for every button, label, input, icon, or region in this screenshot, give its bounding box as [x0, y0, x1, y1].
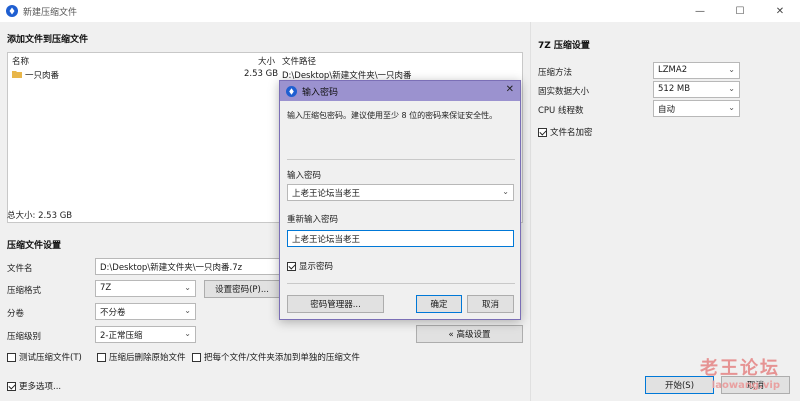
dialog-divider	[287, 283, 515, 284]
method-select[interactable]: LZMA2 ⌄	[653, 62, 740, 79]
chevron-down-icon: ⌄	[728, 103, 735, 112]
close-button[interactable]: ✕	[760, 0, 800, 22]
watermark-title: 老王论坛	[700, 358, 780, 379]
dict-label: 固实数据大小	[538, 87, 590, 97]
delete-after-checkbox[interactable]: 压缩后删除原始文件	[97, 351, 186, 363]
advanced-settings-button[interactable]: « 高级设置	[416, 325, 523, 343]
watermark: 老王论坛 laowang.vip	[700, 354, 780, 391]
format-value: 7Z	[100, 283, 112, 293]
set-password-button[interactable]: 设置密码(P)...	[204, 280, 280, 298]
sevenz-section-title: 7Z 压缩设置	[538, 41, 590, 51]
checkbox-box-checked	[287, 261, 296, 271]
dialog-divider	[287, 159, 515, 160]
each-separate-checkbox[interactable]: 把每个文件/文件夹添加到单独的压缩文件	[192, 351, 360, 363]
folder-icon	[12, 71, 22, 78]
window-title: 新建压缩文件	[23, 7, 78, 18]
dialog-hint: 输入压缩包密码。建议使用至少 8 位的密码来保证安全性。	[287, 111, 498, 120]
app-logo-icon	[286, 85, 297, 97]
chevron-down-icon: ⌄	[184, 329, 191, 338]
method-label: 压缩方法	[538, 68, 573, 78]
delete-after-label: 压缩后删除原始文件	[109, 353, 186, 363]
encrypt-names-label: 文件名加密	[550, 128, 593, 138]
level-select[interactable]: 2-正常压缩 ⌄	[95, 326, 196, 343]
chevron-down-icon: ⌄	[184, 306, 191, 315]
minimize-button[interactable]: —	[680, 0, 720, 22]
password-value: 上老王论坛当老王	[292, 189, 361, 199]
dict-select[interactable]: 512 MB ⌄	[653, 81, 740, 98]
encrypt-names-checkbox[interactable]: 文件名加密	[538, 126, 593, 138]
checkbox-box	[97, 352, 106, 362]
split-label: 分卷	[7, 309, 25, 319]
password-manager-button[interactable]: 密码管理器...	[287, 295, 384, 313]
password-input[interactable]: 上老王论坛当老王 ⌄	[287, 184, 514, 201]
password-label: 输入密码	[287, 171, 322, 181]
reenter-label: 重新输入密码	[287, 215, 339, 225]
level-value: 2-正常压缩	[100, 331, 143, 341]
checkbox-box-checked	[7, 381, 16, 391]
dialog-ok-button[interactable]: 确定	[416, 295, 462, 313]
checkbox-box	[192, 352, 201, 362]
window-titlebar: 新建压缩文件 — ☐ ✕	[0, 0, 800, 22]
dialog-cancel-button[interactable]: 取消	[467, 295, 514, 313]
dict-value: 512 MB	[658, 84, 691, 94]
chevron-down-icon: ⌄	[728, 84, 735, 93]
each-separate-label: 把每个文件/文件夹添加到单独的压缩文件	[204, 353, 360, 363]
show-password-checkbox[interactable]: 显示密码	[287, 260, 333, 272]
chevron-down-icon: ⌄	[502, 187, 509, 196]
checkbox-box-checked	[538, 127, 547, 137]
watermark-url: laowang.vip	[711, 380, 780, 391]
column-header-path[interactable]: 文件路径	[282, 55, 316, 67]
test-archive-label: 测试压缩文件(T)	[19, 353, 82, 363]
column-header-size[interactable]: 大小	[258, 55, 275, 67]
sevenz-settings-panel: 7Z 压缩设置 压缩方法 LZMA2 ⌄ 固实数据大小 512 MB ⌄ CPU…	[530, 22, 800, 401]
settings-section-title: 压缩文件设置	[7, 241, 62, 251]
format-select[interactable]: 7Z ⌄	[95, 280, 196, 297]
chevron-down-icon: ⌄	[184, 283, 191, 292]
password-dialog: 输入密码 ✕ 输入压缩包密码。建议使用至少 8 位的密码来保证安全性。 输入密码…	[279, 80, 521, 320]
file-size: 2.53 GB	[244, 69, 279, 79]
reenter-password-input[interactable]: 上老王论坛当老王	[287, 230, 514, 247]
column-header-name[interactable]: 名称	[12, 55, 29, 67]
app-logo-icon	[6, 5, 18, 17]
maximize-button[interactable]: ☐	[720, 0, 760, 22]
format-label: 压缩格式	[7, 286, 42, 296]
level-label: 压缩级别	[7, 332, 42, 342]
test-archive-checkbox[interactable]: 测试压缩文件(T)	[7, 351, 82, 363]
method-value: LZMA2	[658, 65, 688, 75]
dialog-title: 输入密码	[302, 87, 339, 98]
filename-input[interactable]: D:\Desktop\新建文件夹\一只肉番.7z	[95, 258, 283, 275]
cpu-value: 自动	[658, 105, 676, 115]
more-options-label: 更多选项...	[19, 382, 62, 392]
cpu-select[interactable]: 自动 ⌄	[653, 100, 740, 117]
file-name: 一只肉番	[25, 71, 60, 81]
cpu-label: CPU 线程数	[538, 106, 584, 116]
more-options-checkbox[interactable]: 更多选项...	[7, 380, 61, 392]
dialog-titlebar: 输入密码 ✕	[280, 81, 520, 101]
total-size: 总大小: 2.53 GB	[7, 211, 73, 221]
show-password-label: 显示密码	[299, 262, 334, 272]
files-section-title: 添加文件到压缩文件	[7, 35, 89, 45]
chevron-down-icon: ⌄	[728, 65, 735, 74]
dialog-close-icon[interactable]: ✕	[506, 84, 514, 95]
split-value: 不分卷	[100, 308, 126, 318]
split-select[interactable]: 不分卷 ⌄	[95, 303, 196, 320]
filename-label: 文件名	[7, 264, 33, 274]
checkbox-box	[7, 352, 16, 362]
